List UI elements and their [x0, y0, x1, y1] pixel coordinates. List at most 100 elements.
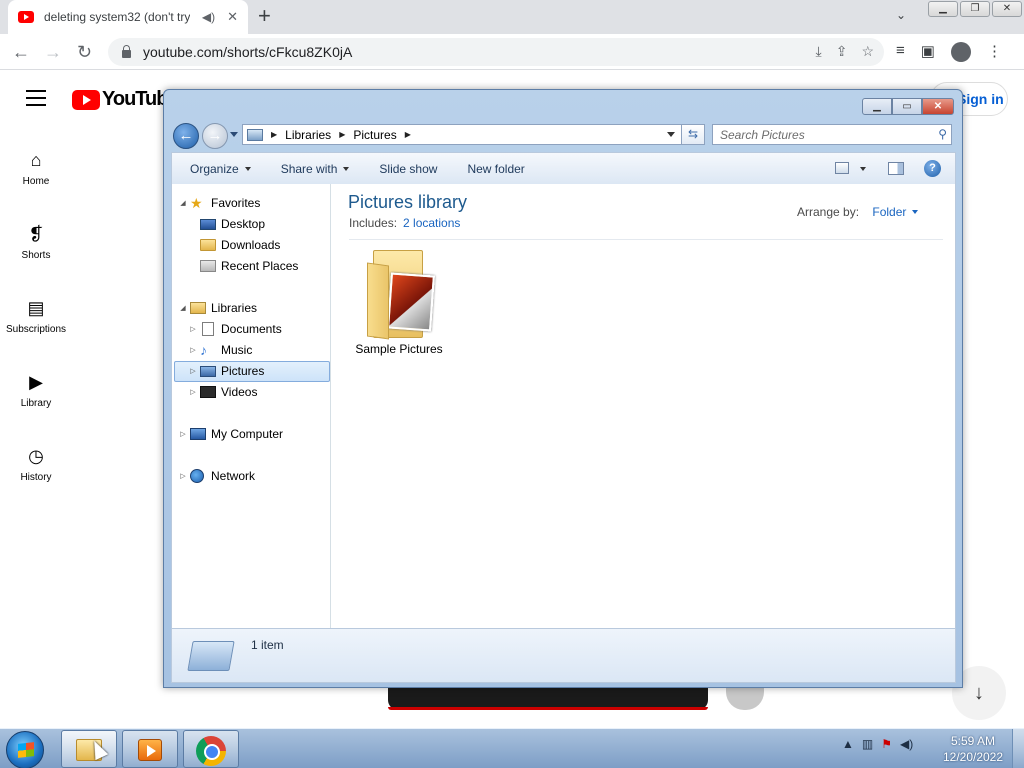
slide-show-button[interactable]: Slide show — [379, 162, 437, 176]
taskbar-media-player-button[interactable] — [122, 730, 178, 768]
tree-item-recent-places[interactable]: Recent Places — [200, 256, 298, 276]
refresh-icon[interactable]: ⇆ — [681, 124, 705, 145]
tree-item-my-computer[interactable]: ▷ My Computer — [178, 424, 283, 444]
tree-item-libraries[interactable]: ◢ Libraries — [178, 298, 257, 318]
explorer-address-bar[interactable]: ▶ Libraries ▶ Pictures ▶ — [242, 124, 682, 145]
tree-item-videos[interactable]: ▷ Videos — [188, 382, 257, 402]
tree-label: Network — [211, 469, 256, 483]
locations-link[interactable]: 2 locations — [403, 216, 460, 230]
show-desktop-button[interactable] — [1012, 729, 1024, 768]
back-arrow-icon[interactable]: ← — [12, 40, 30, 64]
taskbar-chrome-button[interactable] — [183, 730, 239, 768]
tree-item-music[interactable]: ▷ ♪ Music — [188, 340, 252, 360]
browser-window-controls: ▁ ❐ ✕ — [928, 1, 1024, 17]
address-dropdown-icon[interactable] — [667, 132, 675, 137]
expand-arrow-icon[interactable]: ▷ — [188, 346, 198, 354]
search-input[interactable]: Search Pictures ⚲ — [712, 124, 952, 145]
expand-arrow-icon[interactable]: ▷ — [178, 472, 188, 480]
folder-item[interactable]: Sample Pictures — [349, 246, 449, 356]
collapse-arrow-icon[interactable]: ◢ — [178, 304, 188, 312]
search-icon[interactable]: ⚲ — [938, 127, 947, 141]
flag-alert-icon[interactable]: ⚑ — [881, 737, 892, 751]
forward-arrow-icon[interactable]: → — [202, 123, 228, 149]
hamburger-menu-icon[interactable] — [26, 90, 46, 111]
expand-arrow-icon[interactable]: ▷ — [188, 325, 198, 333]
network-icon — [190, 469, 204, 483]
clock-time: 5:59 AM — [950, 734, 996, 748]
profile-avatar-icon[interactable] — [950, 42, 971, 62]
youtube-favicon-icon — [18, 11, 34, 23]
browser-tab[interactable]: deleting system32 (don't try ◀) ✕ — [8, 0, 248, 34]
speaker-icon[interactable]: ◀) — [202, 10, 215, 24]
youtube-logo-icon — [72, 89, 100, 110]
subscriptions-icon: ▤ — [27, 298, 45, 318]
restore-button[interactable]: ❐ — [960, 1, 990, 17]
breadcrumb-libraries[interactable]: Libraries — [285, 128, 331, 142]
expand-arrow-icon[interactable]: ▷ — [188, 367, 198, 375]
network-status-icon[interactable]: ▥ — [862, 737, 873, 751]
tree-item-pictures[interactable]: ▷ Pictures — [188, 361, 264, 381]
share-icon[interactable]: ⇪ — [836, 43, 848, 60]
tab-search-button[interactable]: ⌄ — [896, 8, 906, 22]
change-view-icon[interactable] — [835, 162, 849, 174]
start-button[interactable] — [6, 731, 44, 768]
view-dropdown-icon[interactable] — [860, 167, 866, 171]
tree-item-network[interactable]: ▷ Network — [178, 466, 255, 486]
nav-subscriptions[interactable]: ▤ Subscriptions — [0, 296, 72, 335]
minimize-button[interactable]: ▁ — [928, 1, 958, 17]
side-panel-icon[interactable]: ▣ — [921, 42, 935, 62]
tree-item-documents[interactable]: ▷ Documents — [188, 319, 282, 339]
preview-pane-icon[interactable] — [888, 162, 904, 175]
pictures-library-icon — [187, 641, 235, 671]
help-icon[interactable]: ? — [924, 160, 941, 177]
tab-close-button[interactable]: ✕ — [227, 9, 238, 25]
tree-label: Downloads — [221, 238, 281, 252]
address-bar[interactable]: youtube.com/shorts/cFkcu8ZK0jA ⤓ ⇪ ☆ — [108, 38, 884, 66]
search-placeholder: Search Pictures — [720, 128, 805, 142]
show-hidden-icons-arrow-icon[interactable]: ▲ — [842, 737, 854, 751]
breadcrumb-pictures[interactable]: Pictures — [353, 128, 396, 142]
minimize-button[interactable]: ▁ — [862, 98, 892, 115]
new-tab-button[interactable]: + — [258, 4, 271, 28]
nav-library[interactable]: ▶ Library — [0, 370, 72, 409]
bookmark-star-icon[interactable]: ☆ — [861, 43, 874, 60]
back-arrow-icon[interactable]: ← — [173, 123, 199, 149]
youtube-logo[interactable]: YouTube — [72, 88, 179, 111]
forward-arrow-icon[interactable]: → — [44, 40, 62, 64]
tree-label: Music — [221, 343, 253, 357]
expand-arrow-icon[interactable]: ▷ — [188, 388, 198, 396]
nav-home[interactable]: ⌂ Home — [0, 148, 72, 187]
breadcrumb-arrow-icon[interactable]: ▶ — [271, 130, 277, 139]
volume-icon[interactable]: ◀) — [900, 737, 913, 751]
maximize-button[interactable]: ▭ — [892, 98, 922, 115]
arrange-by-dropdown[interactable]: Folder — [872, 205, 919, 219]
nav-label: Subscriptions — [5, 324, 67, 335]
nav-history[interactable]: ◷ History — [0, 444, 72, 483]
tree-label: Libraries — [211, 301, 258, 315]
nav-shorts[interactable]: ❡ Shorts — [0, 222, 72, 261]
recent-pages-dropdown-icon[interactable] — [230, 132, 238, 137]
new-folder-button[interactable]: New folder — [467, 162, 524, 176]
install-icon[interactable]: ⤓ — [816, 43, 822, 60]
breadcrumb-arrow-icon[interactable]: ▶ — [339, 130, 345, 139]
more-menu-icon[interactable]: ⋮ — [987, 42, 1002, 62]
lock-icon[interactable] — [122, 45, 131, 58]
taskbar-explorer-button[interactable] — [61, 730, 117, 768]
media-controls-icon[interactable]: ≡ — [896, 42, 905, 62]
nav-label: History — [20, 472, 52, 483]
tree-label: Videos — [221, 385, 258, 399]
clock[interactable]: 5:59 AM 12/20/2022 — [938, 733, 1008, 765]
organize-button[interactable]: Organize — [190, 162, 251, 176]
reload-icon[interactable]: ↻ — [77, 40, 92, 64]
chevron-down-icon — [244, 166, 251, 171]
close-button[interactable]: ✕ — [922, 98, 954, 115]
clock-date: 12/20/2022 — [942, 750, 1004, 764]
tree-item-favorites[interactable]: ◢ ★ Favorites — [178, 193, 260, 213]
tree-item-desktop[interactable]: Desktop — [200, 214, 265, 234]
share-with-button[interactable]: Share with — [281, 162, 350, 176]
close-button[interactable]: ✕ — [992, 1, 1022, 17]
collapse-arrow-icon[interactable]: ◢ — [178, 199, 188, 207]
tree-item-downloads[interactable]: Downloads — [200, 235, 280, 255]
expand-arrow-icon[interactable]: ▷ — [178, 430, 188, 438]
breadcrumb-arrow-icon[interactable]: ▶ — [405, 130, 411, 139]
